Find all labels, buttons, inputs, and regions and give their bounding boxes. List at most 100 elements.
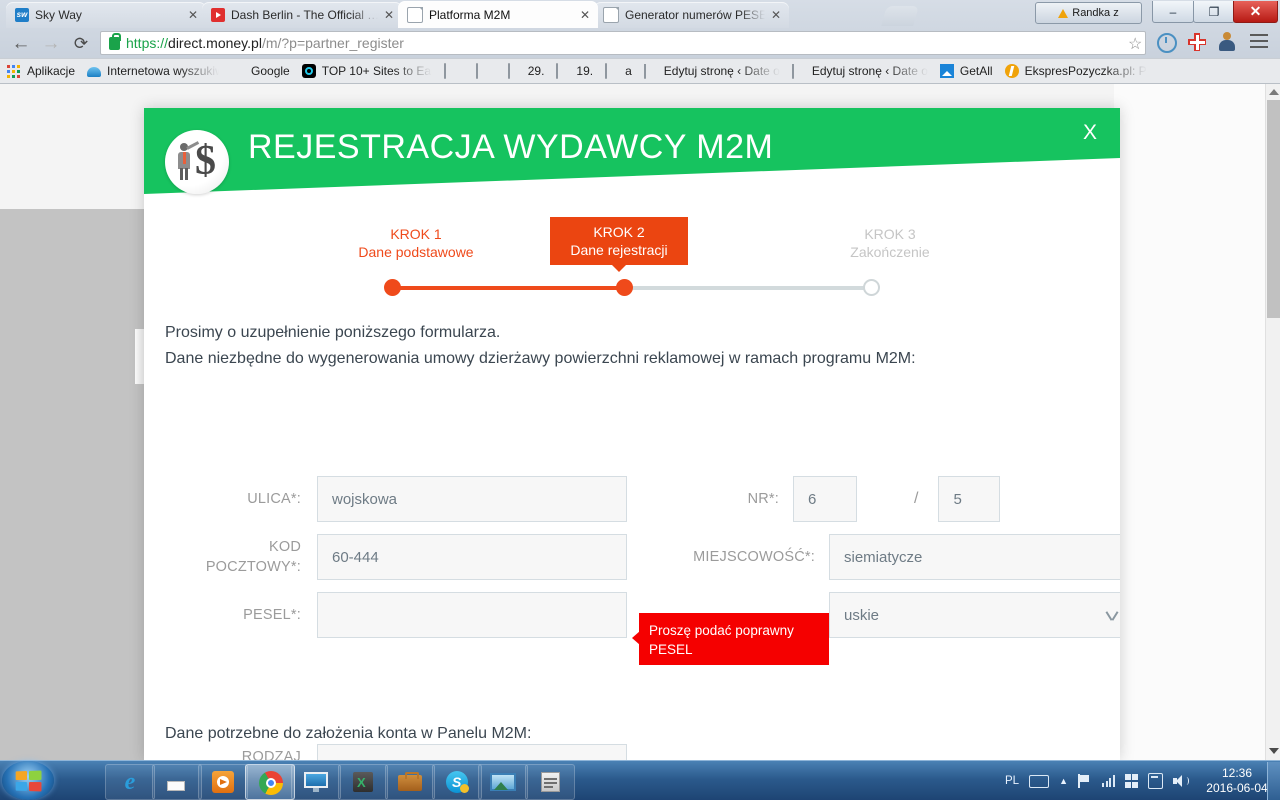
taskbar-photo-viewer[interactable] (478, 764, 528, 800)
window-minimize-button[interactable]: – (1152, 1, 1194, 23)
window-close-button[interactable]: ✕ (1233, 1, 1278, 23)
street-input[interactable]: wojskowa (317, 476, 627, 522)
keyboard-icon[interactable] (1029, 774, 1050, 788)
chrome-menu-icon[interactable] (1250, 34, 1268, 52)
postcode-input[interactable]: 60-444 (317, 534, 627, 580)
notification-button[interactable]: Randka z (1035, 2, 1142, 24)
scroll-down-arrow-icon[interactable] (1269, 748, 1279, 754)
tab-strip: sw Sky Way ✕ Dash Berlin - The Official … (0, 0, 1280, 28)
page-viewport: $ REJESTRACJA WYDAWCY M2M X KROK 1 Dane … (0, 84, 1280, 760)
bookmark-ekspres-pozyczka[interactable]: EkspresPozyczka.pl: P (1004, 63, 1147, 79)
browser-tab-sky-way[interactable]: sw Sky Way ✕ (6, 2, 206, 28)
device-icon[interactable] (1148, 773, 1163, 789)
bookmark-label: Edytuj stronę ‹ Date o (811, 64, 928, 78)
step-2[interactable]: KROK 2 Dane rejestracji (550, 217, 688, 272)
taskbar-google-chrome[interactable] (245, 764, 295, 800)
scrollbar-thumb[interactable] (1267, 100, 1280, 318)
show-desktop-button[interactable] (1267, 762, 1280, 800)
start-button[interactable] (2, 761, 54, 800)
windows-icon[interactable] (1124, 774, 1138, 788)
pesel-label: PESEL*: (243, 607, 301, 623)
url-scheme: https:// (126, 35, 169, 51)
bookmark-doc-1[interactable] (443, 62, 464, 79)
service-type-select[interactable]: *.oferty-kredytowe.pl (317, 744, 627, 760)
taskbar-notepad[interactable] (525, 764, 575, 800)
ekspres-icon (1004, 63, 1020, 79)
city-input[interactable]: siemiatycze (829, 534, 1120, 580)
pesel-input[interactable] (317, 592, 627, 638)
tooltip-arrow (632, 631, 640, 645)
step-3[interactable]: KROK 3 Zakończenie (800, 225, 980, 261)
page-scrollbar[interactable] (1265, 84, 1280, 760)
browser-tab-generator-pesel[interactable]: Generator numerów PESEL ✕ (594, 2, 789, 28)
step-1[interactable]: KROK 1 Dane podstawowe (326, 225, 506, 261)
tooltip-line-1: Proszę podać poprawny (649, 623, 794, 638)
voivodeship-select[interactable]: uskie (829, 592, 1120, 638)
taskbar-media-player[interactable] (198, 764, 248, 800)
nr-input[interactable]: 6 (793, 476, 857, 522)
bookmark-edytuj-strone-2[interactable]: Edytuj stronę ‹ Date o (791, 62, 928, 79)
tab-close-icon[interactable]: ✕ (186, 8, 200, 22)
show-hidden-icons-arrow[interactable]: ▲ (1059, 776, 1068, 786)
language-indicator[interactable]: PL (1005, 775, 1019, 787)
taskbar-briefcase[interactable] (385, 764, 435, 800)
page-background-right (1120, 84, 1265, 760)
bookmark-19[interactable]: 19. (556, 62, 593, 79)
url-path: /m/?p=partner_register (261, 35, 404, 51)
reload-button[interactable]: ⟳ (66, 35, 96, 52)
tab-close-icon[interactable]: ✕ (382, 8, 396, 22)
scroll-up-arrow-icon[interactable] (1269, 89, 1279, 95)
modal-title: REJESTRACJA WYDAWCY M2M (248, 128, 774, 166)
bookmark-label: 29. (527, 64, 545, 78)
taskbar-remote-desktop[interactable] (291, 764, 341, 800)
bookmark-29[interactable]: 29. (507, 62, 545, 79)
internet-explorer-icon: e (124, 769, 136, 795)
bookmark-star-icon[interactable]: ☆ (1128, 34, 1142, 54)
bookmark-label: Edytuj stronę ‹ Date o (663, 64, 780, 78)
browser-chrome: sw Sky Way ✕ Dash Berlin - The Official … (0, 0, 1280, 84)
bookmark-google[interactable]: Google (231, 64, 290, 79)
step-number: KROK 2 (593, 224, 645, 240)
bookmark-top10-sites[interactable]: TOP 10+ Sites to Earn (301, 63, 442, 79)
clock-extension-icon[interactable] (1157, 33, 1177, 53)
bookmarks-bar: Aplikacje Internetowa wyszukiw Google TO… (0, 58, 1280, 84)
step-name: Zakończenie (850, 244, 930, 260)
modal-close-button[interactable]: X (1083, 122, 1097, 143)
logo-person-leg (185, 168, 188, 180)
window-maximize-button[interactable]: ❐ (1193, 1, 1235, 23)
profile-avatar[interactable] (1219, 32, 1235, 51)
browser-tab-platforma-m2m[interactable]: Platforma M2M ✕ (398, 1, 598, 28)
tab-close-icon[interactable]: ✕ (578, 8, 592, 22)
signal-icon[interactable] (1102, 775, 1115, 787)
warning-icon (1058, 8, 1069, 18)
windows-logo-icon (15, 770, 42, 792)
bookmark-edytuj-strone-1[interactable]: Edytuj stronę ‹ Date o (643, 62, 780, 79)
document-icon (643, 62, 659, 79)
volume-icon[interactable] (1173, 774, 1189, 788)
taskbar-skype[interactable]: S (432, 764, 482, 800)
taskbar-excel[interactable]: X (338, 764, 388, 800)
bookmark-getall[interactable]: GetAll (939, 63, 993, 79)
health-cross-extension-icon[interactable] (1188, 33, 1208, 53)
taskbar-internet-explorer[interactable]: e (105, 764, 155, 800)
document-icon (443, 62, 459, 79)
back-button[interactable]: ← (6, 34, 36, 53)
flag-icon[interactable] (1078, 774, 1092, 788)
circle-icon (301, 63, 317, 79)
address-bar[interactable]: https://direct.money.pl/m/?p=partner_reg… (100, 31, 1146, 55)
bookmark-label: EkspresPozyczka.pl: P (1024, 64, 1147, 78)
step-badge-pointer (612, 265, 626, 272)
bookmark-internetowa-wyszukiwarka[interactable]: Internetowa wyszukiw (87, 64, 224, 79)
document-icon (475, 62, 491, 79)
tab-close-icon[interactable]: ✕ (769, 8, 783, 22)
forward-button[interactable]: → (36, 34, 66, 53)
bookmark-aplikacje[interactable]: Aplikacje (7, 64, 75, 79)
bookmark-doc-2[interactable] (475, 62, 496, 79)
taskbar-file-explorer[interactable] (152, 764, 202, 800)
new-tab-button[interactable] (881, 6, 919, 26)
document-icon (603, 7, 619, 23)
apartment-input[interactable]: 5 (938, 476, 1001, 522)
dollar-sign: $ (195, 138, 216, 184)
browser-tab-dash-berlin[interactable]: Dash Berlin - The Official … ✕ (202, 2, 402, 28)
bookmark-a[interactable]: a (605, 62, 632, 79)
